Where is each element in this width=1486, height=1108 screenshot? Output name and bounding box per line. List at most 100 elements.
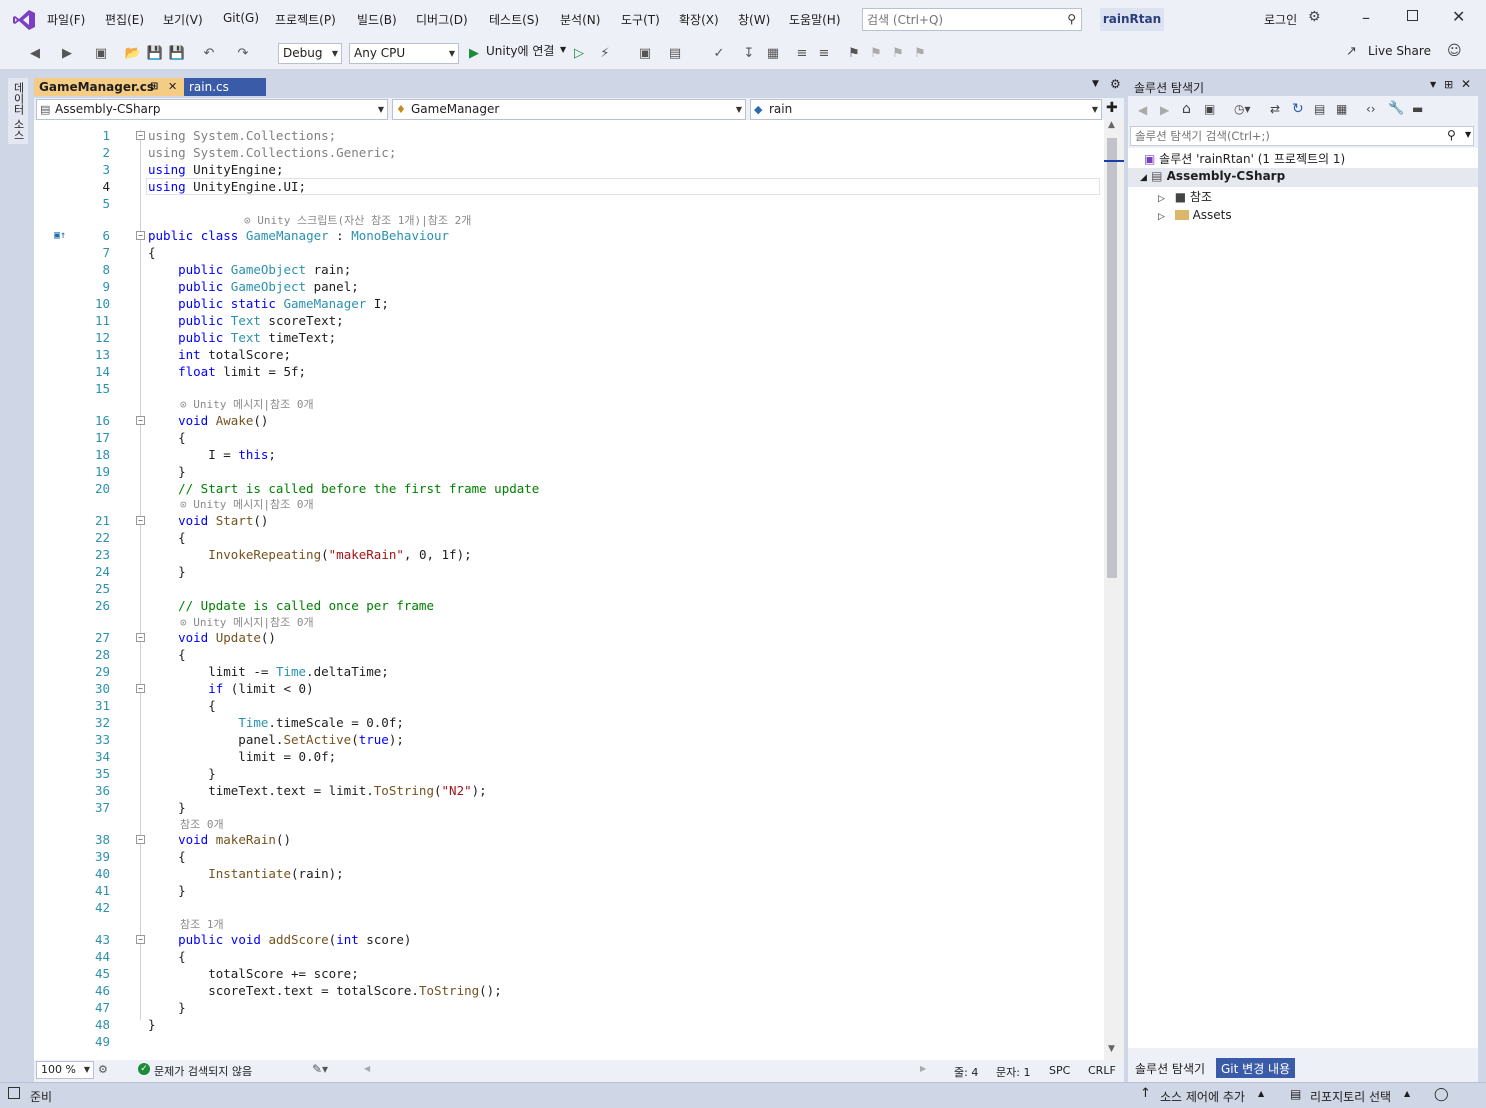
whitespace-indicator[interactable]: SPC: [1049, 1064, 1070, 1077]
layout-icon[interactable]: ▤: [666, 44, 684, 62]
back-icon[interactable]: ◀: [1138, 103, 1147, 117]
code-line[interactable]: public Text timeText;: [148, 330, 336, 345]
menu-git[interactable]: Git(G): [223, 11, 259, 25]
account-icon[interactable]: ⚙: [1308, 9, 1321, 25]
codelens-makerain[interactable]: 참조 0개: [180, 816, 224, 832]
eol-indicator[interactable]: CRLF: [1088, 1064, 1116, 1077]
live-share-icon[interactable]: ↗: [1346, 44, 1357, 59]
redo-icon[interactable]: ↷: [234, 44, 252, 62]
code-line[interactable]: void Update(): [148, 630, 276, 645]
issues-status[interactable]: 문제가 검색되지 않음: [154, 1063, 252, 1079]
code-line[interactable]: {: [148, 530, 186, 545]
select-repository-button[interactable]: 리포지토리 선택: [1310, 1088, 1391, 1105]
expanded-icon[interactable]: ◢: [1140, 173, 1147, 183]
fold-toggle-icon[interactable]: −: [136, 231, 145, 240]
code-line[interactable]: if (limit < 0): [148, 681, 313, 696]
feedback-icon[interactable]: ☺: [1447, 43, 1462, 59]
code-line[interactable]: public GameObject rain;: [148, 262, 351, 277]
code-line[interactable]: public void addScore(int score): [148, 932, 411, 947]
member-dropdown[interactable]: ◆ rain ▼: [750, 99, 1102, 120]
code-line[interactable]: {: [148, 949, 186, 964]
run-button[interactable]: Unity에 연결: [486, 42, 554, 59]
menu-help[interactable]: 도움말(H): [789, 11, 841, 28]
tab-overflow-icon[interactable]: ▼: [1092, 79, 1099, 89]
code-line[interactable]: public class GameManager : MonoBehaviour: [148, 228, 449, 243]
breakpoint-window-icon[interactable]: ▦: [764, 44, 782, 62]
close-icon[interactable]: ✕: [1452, 7, 1465, 26]
settings-icon[interactable]: ⚙: [1110, 77, 1121, 91]
tree-assets[interactable]: ▷ Assets: [1158, 208, 1232, 222]
code-line[interactable]: {: [148, 698, 216, 713]
code-line[interactable]: Time.timeScale = 0.0f;: [148, 715, 404, 730]
start-without-debug-icon[interactable]: ▷: [570, 44, 588, 62]
code-line[interactable]: public GameObject panel;: [148, 279, 359, 294]
history-icon[interactable]: ◷▾: [1234, 102, 1251, 116]
codelens-update[interactable]: ⊙ Unity 메시지|참조 0개: [180, 614, 314, 630]
next-bookmark-icon[interactable]: ⚑: [889, 44, 907, 62]
undo-icon[interactable]: ↶: [200, 44, 218, 62]
fold-toggle-icon[interactable]: −: [136, 131, 145, 140]
code-line[interactable]: scoreText.text = totalScore.ToString();: [148, 983, 502, 998]
vs-logo-icon[interactable]: [12, 9, 36, 31]
fold-toggle-icon[interactable]: −: [136, 633, 145, 642]
code-line[interactable]: InvokeRepeating("makeRain", 0, 1f);: [148, 547, 471, 562]
type-dropdown[interactable]: ♦ GameManager ▼: [392, 99, 746, 120]
code-line[interactable]: }: [148, 766, 216, 781]
scroll-up-icon[interactable]: ▲: [1108, 120, 1115, 130]
pin-icon[interactable]: ⊞: [150, 78, 158, 96]
comment-icon[interactable]: ≡: [815, 44, 833, 62]
fold-toggle-icon[interactable]: −: [136, 516, 145, 525]
code-line[interactable]: }: [148, 464, 186, 479]
menu-analyze[interactable]: 분석(N): [560, 11, 600, 28]
zoom-select[interactable]: 100 % ▼: [36, 1061, 94, 1079]
minimize-icon[interactable]: –: [1362, 8, 1370, 27]
vertical-scrollbar[interactable]: ▲ ▼: [1104, 120, 1124, 1060]
scroll-left-icon[interactable]: ◀: [364, 1064, 370, 1073]
code-line[interactable]: using System.Collections.Generic;: [148, 145, 396, 160]
code-line[interactable]: I = this;: [148, 447, 276, 462]
panel-close-icon[interactable]: ✕: [1461, 77, 1471, 91]
code-line[interactable]: using UnityEngine;: [148, 162, 283, 177]
back-icon[interactable]: ◀: [26, 44, 44, 62]
code-line[interactable]: // Start is called before the first fram…: [148, 481, 539, 496]
solution-search-box[interactable]: ⚲ ▼: [1130, 126, 1474, 146]
indent-icon[interactable]: ≡: [793, 44, 811, 62]
forward-icon[interactable]: ▶: [58, 44, 76, 62]
code-line[interactable]: }: [148, 1000, 186, 1015]
output-icon[interactable]: [8, 1087, 20, 1099]
code-line[interactable]: void makeRain(): [148, 832, 291, 847]
menu-view[interactable]: 보기(V): [163, 11, 203, 28]
menu-project[interactable]: 프로젝트(P): [275, 11, 336, 28]
chevron-down-icon[interactable]: ▼: [1465, 130, 1471, 139]
collapse-all-icon[interactable]: ▤: [1314, 102, 1325, 116]
inheritance-margin-icon[interactable]: ▣↑: [54, 230, 66, 241]
fold-toggle-icon[interactable]: −: [136, 935, 145, 944]
code-line[interactable]: {: [148, 647, 186, 662]
codelens-start[interactable]: ⊙ Unity 메시지|참조 0개: [180, 496, 314, 512]
code-line[interactable]: {: [148, 849, 186, 864]
collapsed-icon[interactable]: ▷: [1158, 212, 1165, 222]
solution-search-input[interactable]: [1131, 127, 1431, 145]
fold-toggle-icon[interactable]: −: [136, 684, 145, 693]
sync-icon[interactable]: ⇄: [1270, 102, 1280, 116]
code-line[interactable]: public Text scoreText;: [148, 313, 344, 328]
code-line[interactable]: void Start(): [148, 513, 268, 528]
search-input[interactable]: [863, 9, 1053, 30]
tree-project[interactable]: ◢ ▤ Assembly-CSharp: [1140, 169, 1285, 183]
scroll-down-icon[interactable]: ▼: [1108, 1044, 1115, 1054]
platform-select[interactable]: Any CPU ▼: [349, 43, 459, 64]
spellcheck-icon[interactable]: ✓: [710, 44, 728, 62]
code-line[interactable]: }: [148, 800, 186, 815]
menu-tools[interactable]: 도구(T): [621, 11, 660, 28]
login-link[interactable]: 로그인: [1264, 11, 1297, 28]
data-sources-tab[interactable]: 데이터 소스: [8, 78, 28, 144]
col-indicator[interactable]: 문자: 1: [996, 1064, 1030, 1080]
code-line[interactable]: {: [148, 430, 186, 445]
code-line[interactable]: float limit = 5f;: [148, 364, 306, 379]
search-box[interactable]: ⚲: [862, 8, 1082, 31]
view-code-icon[interactable]: ‹›: [1366, 102, 1376, 116]
notification-bell-icon[interactable]: ◯: [1434, 1087, 1449, 1102]
menu-debug[interactable]: 디버그(D): [416, 11, 468, 28]
menu-extensions[interactable]: 확장(X): [679, 11, 719, 28]
step-icon[interactable]: ↧: [740, 44, 758, 62]
